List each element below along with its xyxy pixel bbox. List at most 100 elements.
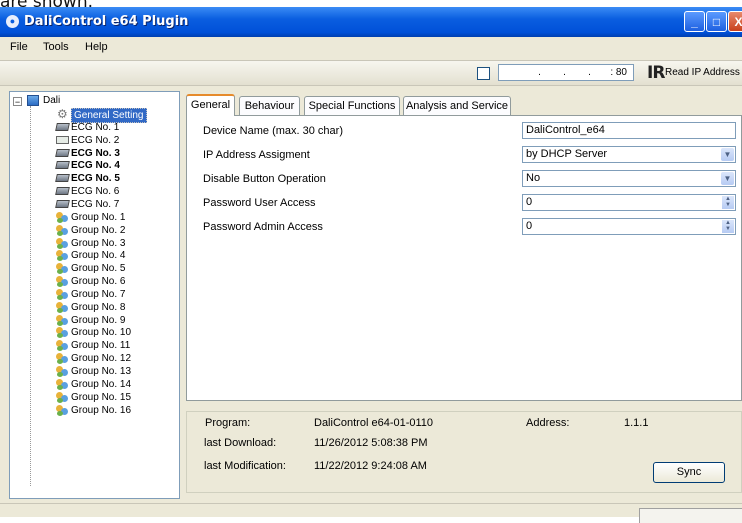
tree-item-label: ECG No. 2 — [71, 134, 120, 146]
password-user-stepper[interactable]: 0 ▲ ▼ — [522, 194, 736, 211]
ecg-lamp-icon — [54, 147, 70, 159]
ecg-lamp-icon — [54, 198, 70, 210]
maximize-button[interactable]: □ — [706, 11, 727, 32]
group-icon — [54, 365, 69, 377]
tree-item-label: ECG No. 3 — [71, 147, 120, 159]
gear-icon: ⚙ — [54, 108, 69, 120]
tree-item[interactable]: ECG No. 1 — [54, 121, 179, 134]
tree-item[interactable]: Group No. 4 — [54, 249, 179, 262]
group-icon — [54, 339, 69, 352]
gear-glyph: ⚙ — [57, 107, 68, 121]
tree-item[interactable]: Group No. 16 — [54, 404, 179, 417]
group-icon — [54, 378, 69, 390]
tree-item-label: Group No. 11 — [71, 340, 131, 352]
ecg-switch-icon — [54, 134, 69, 146]
group-icon — [54, 211, 69, 223]
tree-item[interactable]: ECG No. 7 — [54, 198, 179, 211]
title-bar[interactable]: ● DaliControl e64 Plugin _ □ X — [0, 7, 742, 37]
menu-file[interactable]: File — [10, 41, 28, 53]
ip-assignment-value: by DHCP Server — [526, 148, 608, 160]
tab-general[interactable]: General — [186, 94, 235, 116]
tree-item[interactable]: Group No. 12 — [54, 352, 179, 365]
tree-item[interactable]: Group No. 10 — [54, 326, 179, 339]
minimize-button[interactable]: _ — [684, 11, 705, 32]
tree-item-label: ECG No. 6 — [71, 186, 120, 198]
collapse-icon[interactable]: − — [13, 97, 22, 107]
tree-item-label: Group No. 16 — [71, 404, 132, 416]
ecg-lamp-icon — [54, 172, 70, 184]
tree-item[interactable]: Group No. 15 — [54, 391, 179, 404]
last-modification-value: 11/22/2012 9:24:08 AM — [314, 460, 427, 472]
tree-item[interactable]: Group No. 2 — [54, 224, 179, 237]
tree-item-label: Group No. 14 — [71, 378, 132, 390]
tree-item[interactable]: ECG No. 3 — [54, 147, 179, 160]
address-label: Address: — [526, 417, 570, 429]
password-admin-value: 0 — [526, 220, 533, 232]
read-ip-address-button[interactable]: Read IP Address — [665, 67, 740, 78]
chevron-down-icon[interactable]: ▼ — [721, 172, 734, 185]
dali-bus-icon — [27, 95, 39, 106]
app-window: ● DaliControl e64 Plugin _ □ X File Tool… — [0, 7, 742, 523]
tree-item[interactable]: Group No. 6 — [54, 275, 179, 288]
device-name-input[interactable]: DaliControl_e64 — [522, 122, 736, 139]
sync-button[interactable]: Sync — [653, 462, 725, 483]
spin-arrows-icon[interactable]: ▲ ▼ — [722, 220, 734, 233]
tree-item-label: Group No. 10 — [71, 327, 132, 339]
ip-assignment-select[interactable]: by DHCP Server ▼ — [522, 146, 736, 163]
status-bar — [0, 503, 742, 523]
tree-item-label: Group No. 13 — [71, 366, 132, 377]
ip-address-value: . . . : 80 — [538, 67, 627, 78]
tree-item[interactable]: Group No. 7 — [54, 288, 179, 301]
group-icon — [54, 301, 69, 313]
close-button[interactable]: X — [728, 11, 742, 32]
spin-down-icon[interactable]: ▼ — [725, 226, 731, 232]
tree-item[interactable]: ECG No. 4 — [54, 159, 179, 172]
ecg-lamp-icon — [54, 159, 70, 171]
group-icon — [54, 288, 69, 300]
password-admin-stepper[interactable]: 0 ▲ ▼ — [522, 218, 736, 235]
disable-button-select[interactable]: No ▼ — [522, 170, 736, 187]
ip-address-input[interactable]: . . . : 80 — [498, 64, 634, 81]
tree-item[interactable]: Group No. 5 — [54, 262, 179, 275]
tree-item[interactable]: ⚙ General Setting — [54, 108, 179, 123]
ir-icon: IR — [647, 63, 665, 83]
tree-item[interactable]: Group No. 14 — [54, 378, 179, 391]
tree-item-label: ECG No. 4 — [71, 160, 120, 172]
tree-item-label: Group No. 8 — [71, 301, 126, 313]
tree-item-label: Group No. 2 — [71, 224, 126, 236]
tree-item[interactable]: Group No. 8 — [54, 301, 179, 314]
tree-item[interactable]: ECG No. 5 — [54, 172, 179, 185]
spin-down-icon[interactable]: ▼ — [725, 202, 731, 208]
spin-arrows-icon[interactable]: ▲ ▼ — [722, 196, 734, 209]
tree-root[interactable]: − Dali — [10, 94, 170, 107]
tree-item-label: Group No. 15 — [71, 391, 132, 403]
ip-assignment-label: IP Address Assigment — [203, 149, 310, 161]
chevron-down-icon[interactable]: ▼ — [721, 148, 734, 161]
tree-item[interactable]: Group No. 11 — [54, 339, 179, 352]
group-icon — [54, 237, 69, 249]
tree-item[interactable]: ECG No. 2 — [54, 134, 179, 147]
device-tree[interactable]: − Dali ⚙ General Setting ECG No. 1 ECG No. … — [9, 91, 180, 499]
group-icon — [54, 249, 69, 262]
tree-item[interactable]: Group No. 13 — [54, 365, 179, 378]
last-download-label: last Download: — [204, 437, 277, 449]
window-title: DaliControl e64 Plugin — [24, 14, 189, 29]
tree-item[interactable]: Group No. 1 — [54, 211, 179, 224]
tab-special-functions[interactable]: Special Functions — [304, 96, 400, 115]
tree-item-label: ECG No. 1 — [71, 121, 120, 133]
ip-enable-checkbox[interactable] — [477, 67, 490, 80]
tree-item[interactable]: Group No. 3 — [54, 237, 179, 250]
tree-connector-line — [30, 106, 31, 486]
group-icon — [54, 352, 69, 365]
device-name-value: DaliControl_e64 — [526, 124, 605, 136]
password-user-label: Password User Access — [203, 197, 316, 209]
tree-item[interactable]: ECG No. 6 — [54, 185, 179, 198]
menu-help[interactable]: Help — [85, 41, 108, 53]
tab-behaviour[interactable]: Behaviour — [239, 96, 300, 115]
menu-tools[interactable]: Tools — [43, 41, 69, 53]
group-icon — [54, 391, 69, 403]
password-user-value: 0 — [526, 196, 533, 208]
tree-item-label: Group No. 3 — [71, 237, 126, 249]
tree-item[interactable]: Group No. 9 — [54, 314, 179, 327]
tab-analysis-and-service[interactable]: Analysis and Service — [403, 96, 511, 115]
